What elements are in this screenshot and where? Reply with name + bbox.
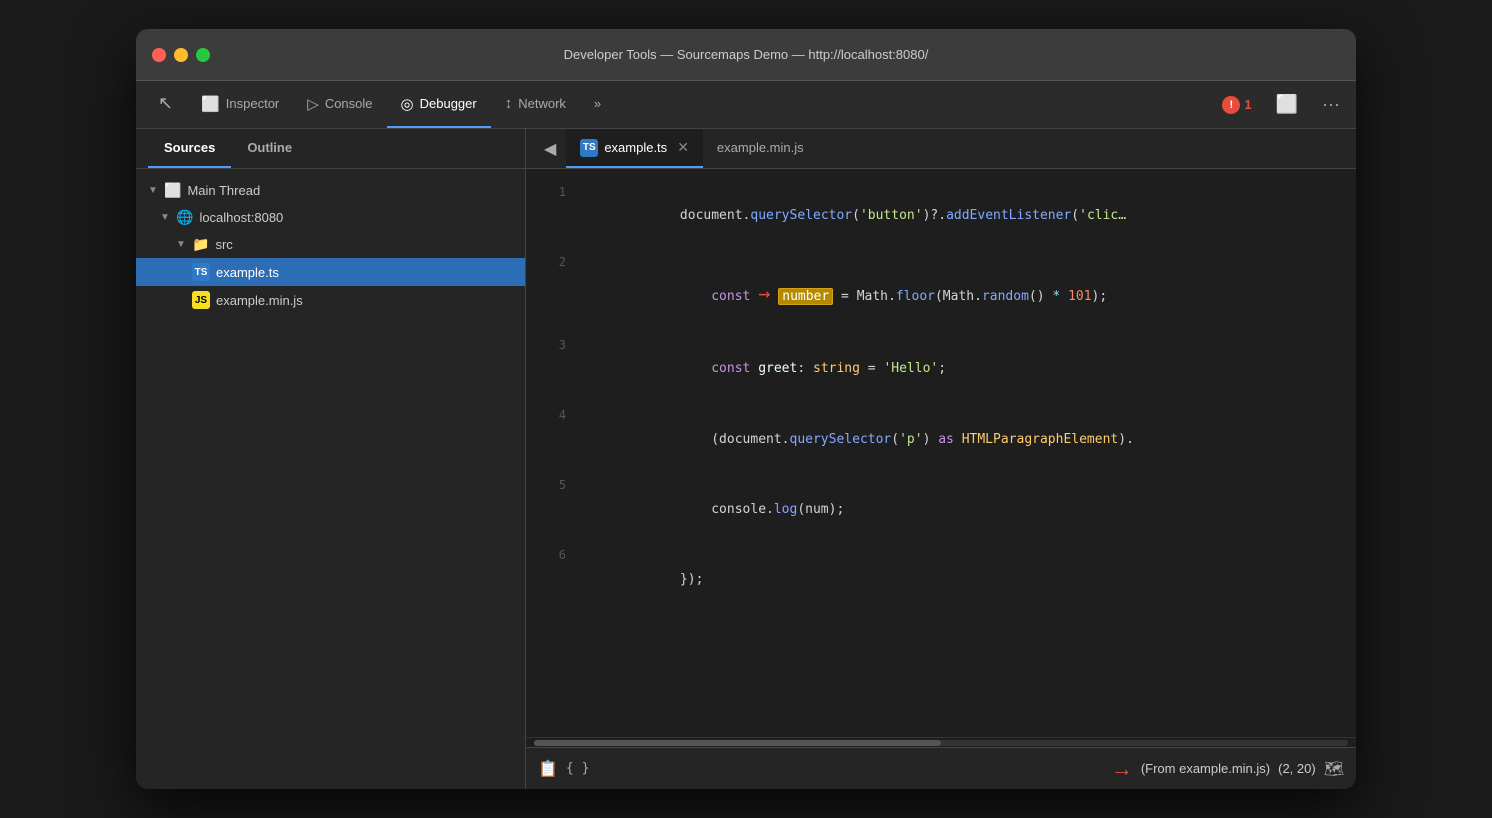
- inspector-icon: ⬜: [201, 95, 220, 113]
- code-line-4: 4 (document.querySelector('p') as HTMLPa…: [526, 404, 1356, 474]
- source-map-origin: (From example.min.js): [1141, 761, 1270, 776]
- network-icon: ↕: [505, 95, 513, 112]
- code-tab-js[interactable]: example.min.js: [703, 129, 818, 168]
- sources-label: Sources: [164, 140, 215, 155]
- globe-icon: 🌐: [176, 209, 193, 226]
- arrow-icon: ▼: [148, 185, 158, 196]
- inspector-label: Inspector: [226, 96, 279, 111]
- tab-cursor[interactable]: ↖: [144, 81, 187, 128]
- code-line-2: 2 const →number = Math.floor(Math.random…: [526, 251, 1356, 334]
- localhost-label: localhost:8080: [199, 210, 283, 225]
- panel-tabs: Sources Outline: [136, 129, 525, 169]
- status-bar: 📋 { } → (From example.min.js) (2, 20) 🗺: [526, 747, 1356, 789]
- code-line-5: 5 console.log(num);: [526, 474, 1356, 544]
- collapse-sidebar-button[interactable]: ◀: [534, 129, 566, 168]
- tree-file-js[interactable]: JS example.min.js: [136, 286, 525, 314]
- toolbar-right: ! 1 ⬜ ···: [1214, 81, 1348, 128]
- console-icon: ▷: [307, 95, 319, 113]
- tree-src[interactable]: ▼ 📁 src: [136, 231, 525, 258]
- code-line-6: 6 });: [526, 544, 1356, 614]
- tab-network[interactable]: ↕ Network: [491, 81, 580, 128]
- cursor-position: (2, 20): [1278, 761, 1316, 776]
- debugger-icon: ◎: [401, 95, 414, 113]
- code-tab-js-label: example.min.js: [717, 140, 804, 155]
- error-icon: !: [1222, 96, 1240, 114]
- toolbar: ↖ ⬜ Inspector ▷ Console ◎ Debugger ↕ Net…: [136, 81, 1356, 129]
- code-tab-ts[interactable]: TS example.ts ✕: [566, 129, 703, 168]
- code-line-3: 3 const greet: string = 'Hello';: [526, 334, 1356, 404]
- code-panel: ◀ TS example.ts ✕ example.min.js 1 docum…: [526, 129, 1356, 789]
- tab-console[interactable]: ▷ Console: [293, 81, 386, 128]
- more-tabs-icon: »: [594, 96, 601, 111]
- ts-tab-icon: TS: [580, 139, 598, 157]
- more-tabs-button[interactable]: »: [580, 81, 615, 128]
- arrow-icon: ▼: [176, 239, 186, 250]
- scrollbar-thumb[interactable]: [534, 740, 941, 746]
- debugger-label: Debugger: [420, 96, 477, 111]
- format-icon[interactable]: 📋: [538, 759, 558, 779]
- error-badge[interactable]: ! 1: [1214, 96, 1259, 114]
- close-button[interactable]: [152, 48, 166, 62]
- error-count: 1: [1244, 97, 1251, 112]
- tree-localhost[interactable]: ▼ 🌐 localhost:8080: [136, 204, 525, 231]
- status-arrow-icon: →: [1111, 756, 1133, 782]
- traffic-lights: [152, 48, 210, 62]
- src-label: src: [215, 237, 232, 252]
- code-editor[interactable]: 1 document.querySelector('button')?.addE…: [526, 169, 1356, 737]
- window-title: Developer Tools — Sourcemaps Demo — http…: [564, 47, 929, 62]
- pretty-print-button[interactable]: { }: [566, 761, 589, 776]
- maximize-button[interactable]: [196, 48, 210, 62]
- devtools-window: Developer Tools — Sourcemaps Demo — http…: [136, 29, 1356, 789]
- scrollbar-track[interactable]: [534, 740, 1348, 746]
- ts-icon: TS: [192, 263, 210, 281]
- arrow-icon: ▼: [160, 212, 170, 223]
- left-panel: Sources Outline ▼ ⬜ Main Thread ▼ 🌐 loca…: [136, 129, 526, 789]
- frame-icon: ⬜: [164, 182, 181, 199]
- source-map-icon[interactable]: 🗺: [1324, 759, 1344, 779]
- tab-inspector[interactable]: ⬜ Inspector: [187, 81, 293, 128]
- outline-label: Outline: [247, 140, 292, 155]
- main-content: Sources Outline ▼ ⬜ Main Thread ▼ 🌐 loca…: [136, 129, 1356, 789]
- responsive-design-button[interactable]: ⬜: [1268, 94, 1306, 115]
- tab-outline[interactable]: Outline: [231, 129, 308, 168]
- tree-file-ts[interactable]: TS example.ts: [136, 258, 525, 286]
- main-thread-label: Main Thread: [187, 183, 260, 198]
- title-bar: Developer Tools — Sourcemaps Demo — http…: [136, 29, 1356, 81]
- code-tab-ts-label: example.ts: [604, 140, 667, 155]
- horizontal-scrollbar[interactable]: [526, 737, 1356, 747]
- tab-sources[interactable]: Sources: [148, 129, 231, 168]
- console-label: Console: [325, 96, 373, 111]
- close-tab-button[interactable]: ✕: [677, 139, 689, 156]
- tree-main-thread[interactable]: ▼ ⬜ Main Thread: [136, 177, 525, 204]
- file-js-label: example.min.js: [216, 293, 303, 308]
- js-icon: JS: [192, 291, 210, 309]
- file-tree: ▼ ⬜ Main Thread ▼ 🌐 localhost:8080 ▼ 📁 s…: [136, 169, 525, 789]
- folder-icon: 📁: [192, 236, 209, 253]
- code-line-1: 1 document.querySelector('button')?.addE…: [526, 181, 1356, 251]
- minimize-button[interactable]: [174, 48, 188, 62]
- tab-debugger[interactable]: ◎ Debugger: [387, 81, 491, 128]
- code-tabs: ◀ TS example.ts ✕ example.min.js: [526, 129, 1356, 169]
- network-label: Network: [518, 96, 566, 111]
- collapse-icon: ◀: [544, 139, 556, 159]
- file-ts-label: example.ts: [216, 265, 279, 280]
- more-options-button[interactable]: ···: [1314, 94, 1348, 115]
